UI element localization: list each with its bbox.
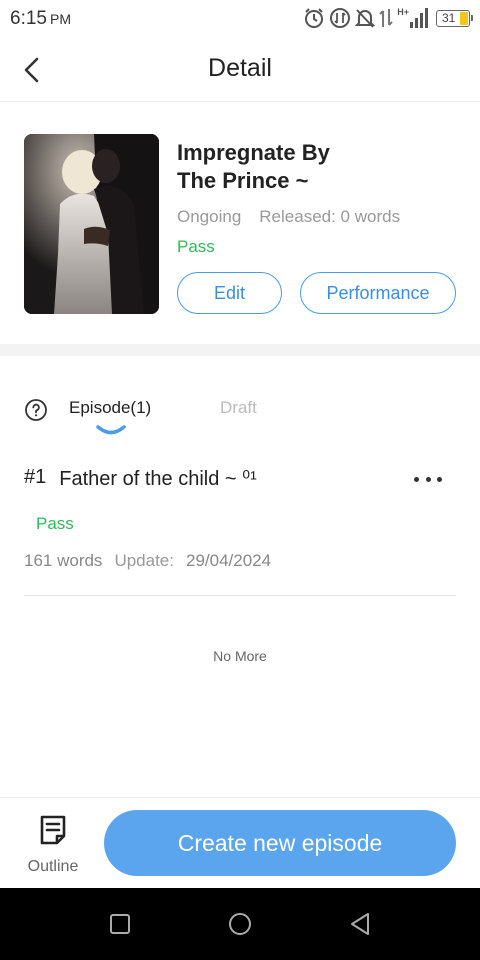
outline-label: Outline	[27, 858, 79, 875]
performance-button[interactable]: Performance	[300, 272, 456, 314]
status-time-ampm: PM	[49, 11, 71, 27]
status-icons: H+ 31	[303, 7, 473, 29]
episode-title-row: #1 Father of the child ~ ⁰¹	[24, 466, 257, 491]
book-title-line1: Impregnate By	[177, 140, 330, 165]
book-review-status: Pass	[177, 237, 215, 256]
episode-number: #1	[24, 466, 47, 488]
home-icon[interactable]	[228, 912, 252, 936]
episode-status: Pass	[36, 514, 74, 533]
book-card: Impregnate By The Prince ~ Ongoing Relea…	[0, 102, 480, 344]
book-released-count: Released: 0 words	[259, 207, 401, 226]
list-item[interactable]: #1 Father of the child ~ ⁰¹ Pass 161 wor…	[24, 458, 456, 596]
bottom-bar: Outline Create new episode	[0, 797, 480, 888]
battery-fill	[460, 11, 468, 25]
nav-back-icon[interactable]	[348, 912, 372, 936]
signal-icon	[410, 8, 428, 28]
mute-icon	[355, 9, 376, 28]
status-time: 6:15 PM	[10, 8, 71, 30]
episode-update-date: 29/04/2024	[185, 551, 272, 570]
book-cover-image[interactable]	[24, 134, 159, 314]
page-title: Detail	[208, 54, 272, 82]
system-nav-bar	[0, 888, 480, 960]
status-time-value: 6:15	[10, 8, 47, 29]
more-dot	[425, 476, 431, 482]
edit-button[interactable]: Edit	[177, 272, 282, 314]
more-dot	[437, 476, 442, 482]
episode-tabs: Episode(1) Draft	[0, 392, 480, 442]
episode-update-label: Update:	[114, 551, 174, 570]
data-arrows-icon	[379, 9, 393, 27]
active-tab-indicator	[96, 425, 126, 435]
book-title: Impregnate By The Prince ~	[177, 139, 457, 195]
book-title-line2: The Prince ~	[177, 168, 309, 193]
network-type-label: H+	[397, 7, 409, 17]
tab-episode[interactable]: Episode(1)	[69, 398, 151, 418]
episode-title: Father of the child ~ ⁰¹	[59, 468, 257, 490]
status-bar: 6:15 PM H+ 31	[0, 0, 480, 38]
section-divider	[0, 344, 480, 356]
more-options-icon[interactable]	[414, 468, 442, 490]
tab-draft[interactable]: Draft	[220, 398, 257, 418]
help-icon[interactable]	[24, 398, 48, 422]
outline-button[interactable]: Outline	[18, 812, 88, 876]
cover-artwork	[24, 134, 159, 314]
episode-word-count: 161 words	[24, 551, 103, 570]
battery-icon: 31	[436, 9, 473, 27]
create-new-episode-button[interactable]: Create new episode	[104, 810, 456, 876]
recents-icon[interactable]	[108, 912, 132, 936]
data-saver-icon	[330, 8, 351, 28]
more-dot	[414, 476, 419, 482]
book-meta: Ongoing Released: 0 words	[177, 207, 400, 227]
header: Detail	[0, 38, 480, 102]
alarm-icon	[305, 8, 324, 28]
book-state: Ongoing	[177, 207, 242, 226]
battery-level: 31	[442, 10, 456, 25]
list-end-label: No More	[213, 648, 267, 664]
episode-meta: 161 words Update: 29/04/2024	[24, 551, 271, 571]
outline-icon	[40, 815, 66, 845]
